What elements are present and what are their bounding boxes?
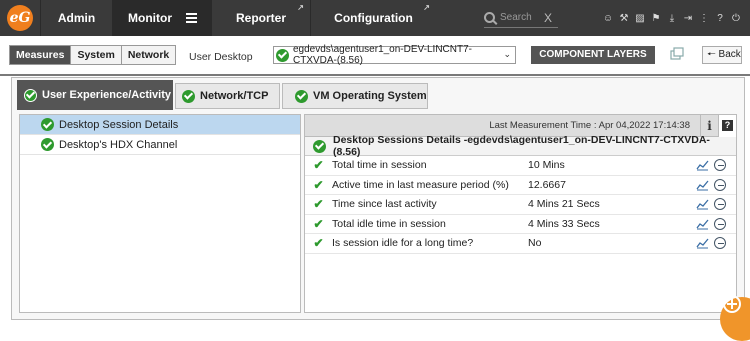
context-label: User Desktop <box>189 51 253 63</box>
segment-measures[interactable]: Measures <box>10 46 71 64</box>
last-measurement-time: Last Measurement Time : Apr 04,2022 17:1… <box>489 120 690 131</box>
graph-icon[interactable] <box>696 179 709 191</box>
search-box: X <box>484 8 558 28</box>
segment-system[interactable]: System <box>71 46 121 64</box>
graph-icon[interactable] <box>696 159 709 171</box>
nav-tab-admin[interactable]: Admin <box>40 0 112 36</box>
nav-tab-reporter[interactable]: Reporter ↗ <box>212 0 310 36</box>
check-icon: ✔ <box>305 236 332 250</box>
tab-vm-os-label: VM Operating System <box>313 90 427 102</box>
arrow-left-icon: 🠔 <box>707 49 716 60</box>
detail-title-text: Desktop Sessions Details -egdevds\agentu… <box>333 134 736 158</box>
external-link-icon: ↗ <box>297 3 304 12</box>
top-icon-toolbar: ☺ ⚒ ▨ ⚑ ⤓ ⇥ ⋮ ? ⏻ <box>600 0 744 36</box>
nav-tab-admin-label: Admin <box>58 11 95 25</box>
status-ok-icon <box>313 140 326 153</box>
measure-value: 12.6667 <box>528 179 688 191</box>
status-ok-icon <box>295 90 308 103</box>
status-ok-icon <box>41 138 54 151</box>
toolbar-divider <box>0 74 750 76</box>
check-icon: ✔ <box>305 178 332 192</box>
back-button-label: Back <box>719 49 741 60</box>
nav-tab-configuration[interactable]: Configuration ↗ <box>310 0 436 36</box>
graph-icon[interactable] <box>696 237 709 249</box>
measure-name: Total idle time in session <box>332 218 528 230</box>
status-ok-icon <box>41 118 54 131</box>
graph-icon[interactable] <box>696 198 709 210</box>
alert-icon[interactable]: ⚑ <box>648 13 664 24</box>
copy-window-icon[interactable] <box>668 46 686 64</box>
user-icon[interactable]: ☺ <box>600 13 616 24</box>
check-icon: ✔ <box>305 197 332 211</box>
status-ok-icon <box>24 89 37 102</box>
measure-name: Active time in last measure period (%) <box>332 179 528 191</box>
measure-row: ✔ Active time in last measure period (%)… <box>305 176 736 196</box>
search-icon[interactable] <box>484 12 495 23</box>
download-icon[interactable]: ⤓ <box>664 13 680 24</box>
history-icon[interactable] <box>714 218 726 230</box>
graph-icon[interactable] <box>696 218 709 230</box>
test-item-desktop-session-details[interactable]: Desktop Session Details <box>20 115 300 135</box>
history-icon[interactable] <box>714 237 726 249</box>
component-layers-button[interactable]: COMPONENT LAYERS <box>531 46 655 64</box>
measure-value: No <box>528 237 688 249</box>
clear-search-icon[interactable]: X <box>544 11 552 25</box>
test-item-label: Desktop Session Details <box>59 119 178 131</box>
history-icon[interactable] <box>714 159 726 171</box>
detail-title: Desktop Sessions Details -egdevds\agentu… <box>305 137 736 156</box>
history-icon[interactable] <box>714 179 726 191</box>
nav-tab-monitor-label: Monitor <box>128 11 172 25</box>
search-input[interactable] <box>500 12 540 23</box>
nav-tab-configuration-label: Configuration <box>334 11 413 25</box>
plus-icon[interactable] <box>723 295 741 313</box>
hamburger-menu-icon[interactable] <box>186 13 197 23</box>
measure-row: ✔ Total time in session 10 Mins <box>305 156 736 176</box>
component-select[interactable]: egdevds\agentuser1_on-DEV-LINCNT7-CTXVDA… <box>273 46 516 64</box>
nav-tab-reporter-label: Reporter <box>236 11 286 25</box>
history-icon[interactable] <box>714 198 726 210</box>
measure-name: Is session idle for a long time? <box>332 237 528 249</box>
segment-network[interactable]: Network <box>122 46 175 64</box>
check-icon: ✔ <box>305 217 332 231</box>
back-button[interactable]: 🠔 Back <box>702 46 742 64</box>
measure-row: ✔ Is session idle for a long time? No <box>305 234 736 254</box>
help-icon[interactable]: ? <box>712 13 728 24</box>
check-icon: ✔ <box>305 158 332 172</box>
status-ok-icon <box>182 90 195 103</box>
measures-detail-pane: Last Measurement Time : Apr 04,2022 17:1… <box>304 114 737 313</box>
more-icon[interactable]: ⋮ <box>696 13 712 24</box>
measure-name: Total time in session <box>332 159 528 171</box>
power-icon[interactable]: ⏻ <box>728 13 744 24</box>
status-ok-icon <box>276 49 289 62</box>
external-link-icon: ↗ <box>423 3 430 12</box>
measure-row: ✔ Total idle time in session 4 Mins 33 S… <box>305 215 736 235</box>
measure-row: ✔ Time since last activity 4 Mins 21 Sec… <box>305 195 736 215</box>
measure-value: 4 Mins 33 Secs <box>528 218 688 230</box>
component-select-value: egdevds\agentuser1_on-DEV-LINCNT7-CTXVDA… <box>293 44 515 66</box>
chevron-down-icon: ⌄ <box>503 49 511 60</box>
measure-value: 10 Mins <box>528 159 688 171</box>
logo-icon: eG <box>7 5 33 31</box>
eg-logo[interactable]: eG <box>0 0 40 36</box>
link-icon[interactable]: ⚒ <box>616 13 632 24</box>
tab-user-experience-label: User Experience/Activity <box>42 89 171 101</box>
tab-network-tcp-label: Network/TCP <box>200 90 268 102</box>
tab-vm-operating-system[interactable]: VM Operating System <box>282 83 428 109</box>
view-segment-control: Measures System Network <box>9 45 176 65</box>
test-list-pane: Desktop Session Details Desktop's HDX Ch… <box>19 114 301 313</box>
info-glyph: i <box>707 119 712 133</box>
measure-name: Time since last activity <box>332 198 528 210</box>
nav-tab-monitor[interactable]: Monitor <box>112 0 212 36</box>
login-icon[interactable]: ⇥ <box>680 13 696 24</box>
tab-network-tcp[interactable]: Network/TCP <box>175 83 280 109</box>
sub-toolbar: Measures System Network User Desktop egd… <box>0 36 750 74</box>
tab-user-experience[interactable]: User Experience/Activity <box>17 80 173 110</box>
measure-value: 4 Mins 21 Secs <box>528 198 688 210</box>
zone-icon[interactable]: ▨ <box>632 13 648 24</box>
test-item-hdx-channel[interactable]: Desktop's HDX Channel <box>20 135 300 155</box>
test-item-label: Desktop's HDX Channel <box>59 139 177 151</box>
help-glyph: ? <box>722 120 733 131</box>
